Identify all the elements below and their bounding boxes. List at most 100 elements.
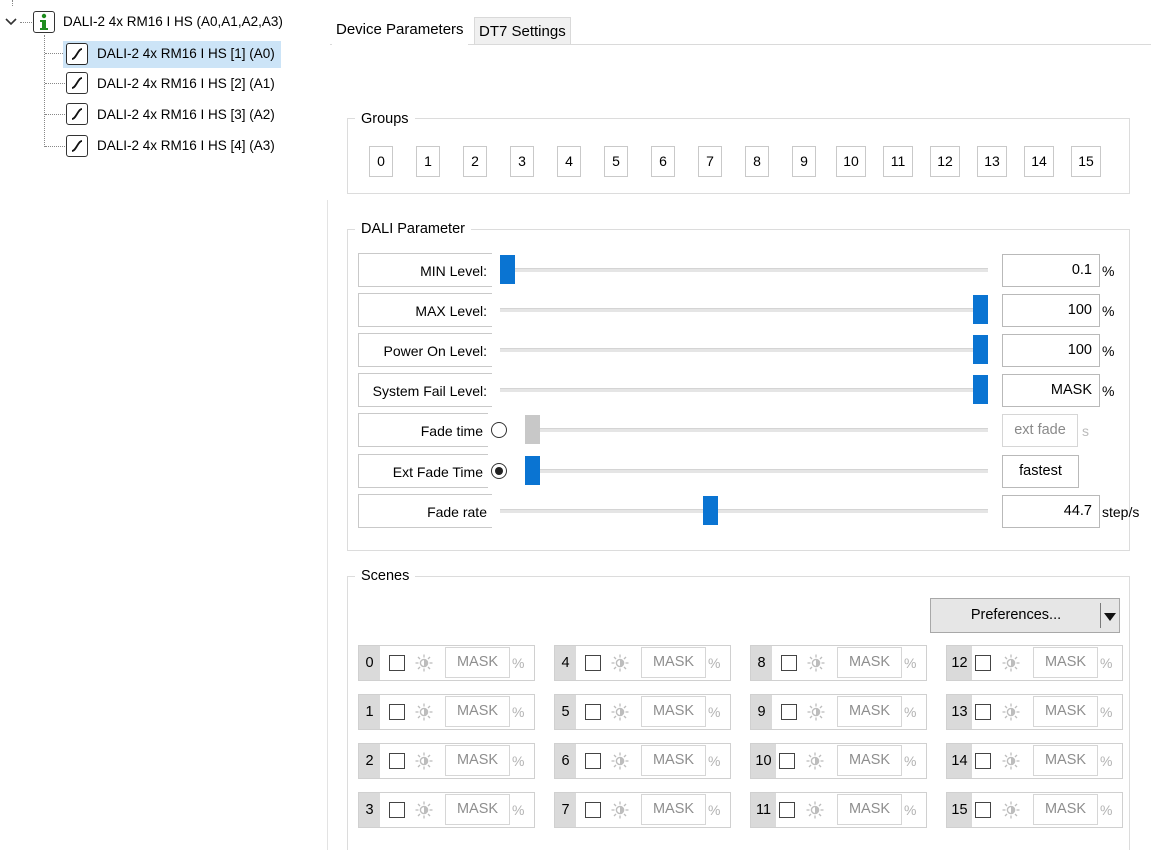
scene-unit: % [512, 753, 525, 769]
scene-number: 9 [751, 695, 772, 729]
scene-value-field[interactable]: MASK [641, 696, 706, 727]
group-button-14[interactable]: 14 [1024, 146, 1054, 177]
group-button-1[interactable]: 1 [416, 146, 440, 177]
scene-12: 12 MASK% [946, 645, 1123, 681]
scene-checkbox[interactable] [585, 753, 601, 769]
slider-track[interactable] [500, 268, 988, 272]
param-value-field[interactable]: MASK [1002, 374, 1100, 407]
slider-track[interactable] [500, 308, 988, 312]
param-unit: step/s [1102, 504, 1140, 520]
slider-track[interactable] [500, 388, 988, 392]
tree-item-label[interactable]: DALI-2 4x RM16 I HS [4] (A3) [97, 135, 275, 157]
scene-value-field[interactable]: MASK [641, 745, 706, 776]
slider-thumb[interactable] [525, 415, 540, 444]
group-button-3[interactable]: 3 [510, 146, 534, 177]
scene-value-field[interactable]: MASK [445, 696, 510, 727]
scene-checkbox[interactable] [389, 704, 405, 720]
group-button-2[interactable]: 2 [463, 146, 487, 177]
slider-thumb[interactable] [973, 335, 988, 364]
tree-root-label[interactable]: DALI-2 4x RM16 I HS (A0,A1,A2,A3) [63, 11, 283, 33]
scene-value-field[interactable]: MASK [445, 647, 510, 678]
slider-track[interactable] [525, 428, 988, 432]
group-button-9[interactable]: 9 [792, 146, 816, 177]
group-button-4[interactable]: 4 [557, 146, 581, 177]
sun-icon [1002, 654, 1020, 675]
scene-number: 3 [359, 793, 380, 827]
scene-value-field[interactable]: MASK [641, 647, 706, 678]
scene-unit: % [904, 655, 917, 671]
scene-value-field[interactable]: MASK [837, 696, 902, 727]
scene-checkbox[interactable] [779, 753, 795, 769]
tab-device-parameters[interactable]: Device Parameters [332, 15, 468, 45]
scene-value-field[interactable]: MASK [445, 794, 510, 825]
scene-value-field[interactable]: MASK [837, 794, 902, 825]
sun-icon [611, 654, 629, 675]
param-value-field[interactable]: 100 [1002, 294, 1100, 327]
scene-checkbox[interactable] [389, 655, 405, 671]
scene-unit: % [904, 802, 917, 818]
scene-value-field[interactable]: MASK [1033, 745, 1098, 776]
scene-checkbox[interactable] [389, 753, 405, 769]
sun-icon [415, 801, 433, 822]
tree-item-label[interactable]: DALI-2 4x RM16 I HS [3] (A2) [97, 104, 275, 126]
scene-unit: % [708, 704, 721, 720]
group-button-7[interactable]: 7 [698, 146, 722, 177]
param-value-field[interactable]: ext fade [1002, 414, 1078, 447]
slider-thumb[interactable] [703, 496, 718, 525]
group-button-8[interactable]: 8 [745, 146, 769, 177]
scene-value-field[interactable]: MASK [837, 745, 902, 776]
group-button-5[interactable]: 5 [604, 146, 628, 177]
group-button-6[interactable]: 6 [651, 146, 675, 177]
param-value-field[interactable]: 100 [1002, 334, 1100, 367]
scene-value-field[interactable]: MASK [1033, 647, 1098, 678]
scene-value-field[interactable]: MASK [1033, 794, 1098, 825]
ext-fade-radio[interactable] [491, 463, 507, 479]
tree-item-label[interactable]: DALI-2 4x RM16 I HS [2] (A1) [97, 73, 275, 95]
scene-checkbox[interactable] [781, 655, 797, 671]
tree-connector [45, 146, 65, 147]
scene-value-field[interactable]: MASK [1033, 696, 1098, 727]
scene-checkbox[interactable] [975, 802, 991, 818]
scene-checkbox[interactable] [585, 704, 601, 720]
fade-time-radio[interactable] [491, 422, 507, 438]
param-value-field[interactable]: 44.7 [1002, 495, 1100, 528]
scene-checkbox[interactable] [781, 704, 797, 720]
tab-dt7-settings[interactable]: DT7 Settings [474, 17, 571, 44]
chevron-down-icon[interactable] [4, 15, 18, 29]
slider-track[interactable] [525, 469, 988, 473]
param-label: Fade rate [358, 494, 492, 528]
scene-14: 14 MASK% [946, 743, 1123, 779]
param-value-field[interactable]: 0.1 [1002, 254, 1100, 287]
scene-checkbox[interactable] [585, 655, 601, 671]
slider-track[interactable] [500, 348, 988, 352]
tree-item-label: DALI-2 4x RM16 I HS [1] (A0) [97, 46, 275, 61]
preferences-button[interactable]: Preferences... [930, 598, 1120, 633]
scene-value-field[interactable]: MASK [641, 794, 706, 825]
scene-checkbox[interactable] [975, 753, 991, 769]
group-button-11[interactable]: 11 [883, 146, 913, 177]
slider-thumb[interactable] [973, 375, 988, 404]
slider-thumb[interactable] [973, 295, 988, 324]
scene-unit: % [512, 802, 525, 818]
param-value-field[interactable]: fastest [1002, 455, 1079, 488]
group-button-10[interactable]: 10 [836, 146, 866, 177]
scene-value-field[interactable]: MASK [445, 745, 510, 776]
scene-checkbox[interactable] [975, 655, 991, 671]
group-button-0[interactable]: 0 [369, 146, 393, 177]
scene-3: 3 MASK% [358, 792, 535, 828]
scene-checkbox[interactable] [389, 802, 405, 818]
scene-checkbox[interactable] [779, 802, 795, 818]
scene-value-field[interactable]: MASK [837, 647, 902, 678]
group-button-15[interactable]: 15 [1071, 146, 1101, 177]
slider-thumb[interactable] [500, 255, 515, 284]
slider-track[interactable] [500, 509, 988, 513]
split-divider [1100, 603, 1101, 628]
scene-checkbox[interactable] [585, 802, 601, 818]
group-button-12[interactable]: 12 [930, 146, 960, 177]
sun-icon [807, 703, 825, 724]
group-button-13[interactable]: 13 [977, 146, 1007, 177]
scene-checkbox[interactable] [975, 704, 991, 720]
scene-4: 4 MASK% [554, 645, 731, 681]
triangle-down-icon[interactable] [1103, 610, 1117, 622]
slider-thumb[interactable] [525, 456, 540, 485]
